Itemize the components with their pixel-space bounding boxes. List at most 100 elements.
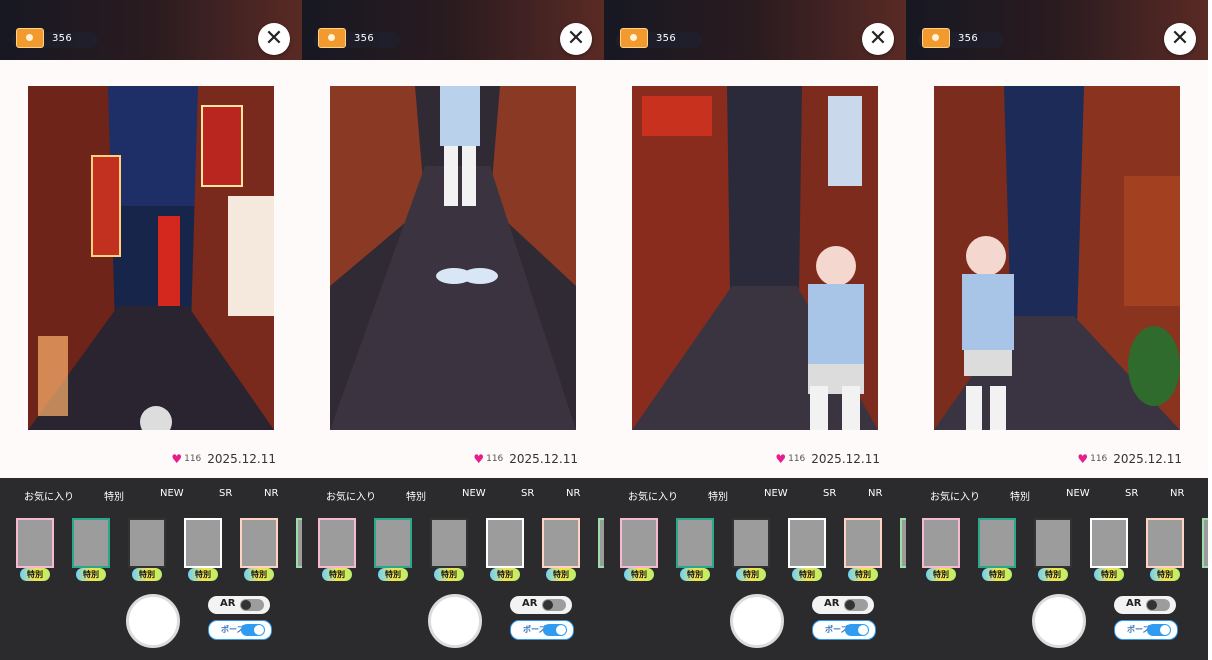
like-count: 116 — [788, 454, 806, 464]
photo-meta: ♥ 116 2025.12.11 — [775, 452, 880, 466]
ar-toggle[interactable]: AR — [510, 596, 572, 614]
pose-toggle-switch[interactable] — [543, 624, 567, 636]
close-button[interactable]: ✕ — [258, 23, 290, 55]
ar-toggle[interactable]: AR — [208, 596, 270, 614]
frame-item[interactable]: 特別 — [620, 518, 658, 581]
shutter-button[interactable] — [126, 594, 180, 648]
frame-item[interactable]: 特別 — [318, 518, 356, 581]
frame-category-tabs: お気に入り 特別 NEW SR NR — [604, 488, 906, 508]
photo-date: 2025.12.11 — [207, 452, 276, 466]
ar-toggle[interactable]: AR — [1114, 596, 1176, 614]
tab-new[interactable]: NEW — [462, 488, 486, 499]
tab-favorites[interactable]: お気に入り — [628, 488, 678, 503]
pose-toggle-switch[interactable] — [241, 624, 265, 636]
frame-list: 特別 特別 特別 特別 特別 — [318, 518, 604, 582]
frame-item[interactable]: 特別 — [844, 518, 882, 581]
like-count: 116 — [184, 454, 202, 464]
close-icon: ✕ — [1170, 26, 1190, 51]
tab-sr[interactable]: SR — [521, 488, 534, 499]
frame-item[interactable]: 特別 — [1090, 518, 1128, 581]
photo-meta: ♥ 116 2025.12.11 — [1077, 452, 1182, 466]
frame-item[interactable]: 特別 — [542, 518, 580, 581]
tab-sr[interactable]: SR — [1125, 488, 1138, 499]
frame-item[interactable]: 特別 — [978, 518, 1016, 581]
tab-new[interactable]: NEW — [764, 488, 788, 499]
frame-item[interactable]: 特別 — [184, 518, 222, 581]
camera-control-panel: お気に入り 特別 NEW SR NR 特別 特別 特別 特別 特別 AR ポーズ — [0, 478, 302, 660]
tab-new[interactable]: NEW — [1066, 488, 1090, 499]
ticket-counter: 356 — [616, 28, 702, 48]
ar-toggle-switch[interactable] — [240, 599, 264, 611]
tab-nr[interactable]: NR — [1170, 488, 1184, 499]
tab-sr[interactable]: SR — [219, 488, 232, 499]
frame-item[interactable]: 特別 — [1034, 518, 1072, 581]
tab-special[interactable]: 特別 — [406, 488, 426, 503]
frame-item[interactable]: 特別 — [732, 518, 770, 581]
like-count: 116 — [486, 454, 504, 464]
tab-nr[interactable]: NR — [868, 488, 882, 499]
frame-item[interactable] — [1202, 518, 1208, 568]
tab-favorites[interactable]: お気に入り — [24, 488, 74, 503]
ar-toggle-switch[interactable] — [542, 599, 566, 611]
close-button[interactable]: ✕ — [862, 23, 894, 55]
pose-toggle-switch[interactable] — [1147, 624, 1171, 636]
heart-icon: ♥ — [473, 452, 485, 466]
street-scene-image — [28, 86, 274, 430]
ticket-counter: 356 — [314, 28, 400, 48]
street-scene-image — [934, 86, 1180, 430]
photo-meta: ♥ 116 2025.12.11 — [473, 452, 578, 466]
tab-special[interactable]: 特別 — [708, 488, 728, 503]
photo-preview — [632, 86, 878, 430]
shutter-button[interactable] — [730, 594, 784, 648]
close-button[interactable]: ✕ — [560, 23, 592, 55]
camera-control-panel: お気に入り 特別 NEW SR NR 特別 特別 特別 特別 特別 AR ポーズ — [604, 478, 906, 660]
pose-toggle[interactable]: ポーズ — [208, 620, 272, 640]
camera-screen-1: 356 ✕ ♥ 116 2025.12.11 お気に入り 特別 NEW SR N… — [0, 0, 302, 660]
pose-toggle[interactable]: ポーズ — [812, 620, 876, 640]
pose-toggle[interactable]: ポーズ — [510, 620, 574, 640]
photo-date: 2025.12.11 — [811, 452, 880, 466]
tab-special[interactable]: 特別 — [104, 488, 124, 503]
photo-preview — [330, 86, 576, 430]
ticket-count: 356 — [656, 33, 676, 44]
frame-item[interactable]: 特別 — [430, 518, 468, 581]
frame-list: 特別 特別 特別 特別 特別 — [16, 518, 302, 582]
ticket-icon — [922, 28, 950, 48]
ticket-counter: 356 — [12, 28, 98, 48]
frame-item[interactable]: 特別 — [72, 518, 110, 581]
shutter-button[interactable] — [1032, 594, 1086, 648]
frame-item[interactable]: 特別 — [240, 518, 278, 581]
tab-favorites[interactable]: お気に入り — [326, 488, 376, 503]
frame-item[interactable]: 特別 — [16, 518, 54, 581]
frame-item[interactable]: 特別 — [486, 518, 524, 581]
frame-item[interactable]: 特別 — [788, 518, 826, 581]
ticket-count: 356 — [958, 33, 978, 44]
tab-special[interactable]: 特別 — [1010, 488, 1030, 503]
ar-toggle[interactable]: AR — [812, 596, 874, 614]
pose-toggle-switch[interactable] — [845, 624, 869, 636]
frame-item[interactable]: 特別 — [1146, 518, 1184, 581]
tab-new[interactable]: NEW — [160, 488, 184, 499]
frame-item[interactable]: 特別 — [128, 518, 166, 581]
tab-nr[interactable]: NR — [264, 488, 278, 499]
tab-favorites[interactable]: お気に入り — [930, 488, 980, 503]
ar-toggle-switch[interactable] — [844, 599, 868, 611]
frame-item[interactable]: 特別 — [676, 518, 714, 581]
ar-toggle-switch[interactable] — [1146, 599, 1170, 611]
shutter-button[interactable] — [428, 594, 482, 648]
frame-item[interactable]: 特別 — [374, 518, 412, 581]
tab-sr[interactable]: SR — [823, 488, 836, 499]
frame-category-tabs: お気に入り 特別 NEW SR NR — [0, 488, 302, 508]
frame-item[interactable]: 特別 — [922, 518, 960, 581]
frame-list: 特別 特別 特別 特別 特別 — [620, 518, 906, 582]
photo-preview — [934, 86, 1180, 430]
screenshot-strip: 356 ✕ ♥ 116 2025.12.11 お気に入り 特別 NEW SR N… — [0, 0, 1212, 660]
close-icon: ✕ — [264, 26, 284, 51]
tab-nr[interactable]: NR — [566, 488, 580, 499]
photo-preview — [28, 86, 274, 430]
top-bar: 356 ✕ — [604, 0, 906, 60]
camera-screen-4: 356 ✕ ♥ 116 2025.12.11 お気に入り 特別 NEW SR N… — [906, 0, 1208, 660]
pose-toggle[interactable]: ポーズ — [1114, 620, 1178, 640]
close-button[interactable]: ✕ — [1164, 23, 1196, 55]
photo-meta: ♥ 116 2025.12.11 — [171, 452, 276, 466]
